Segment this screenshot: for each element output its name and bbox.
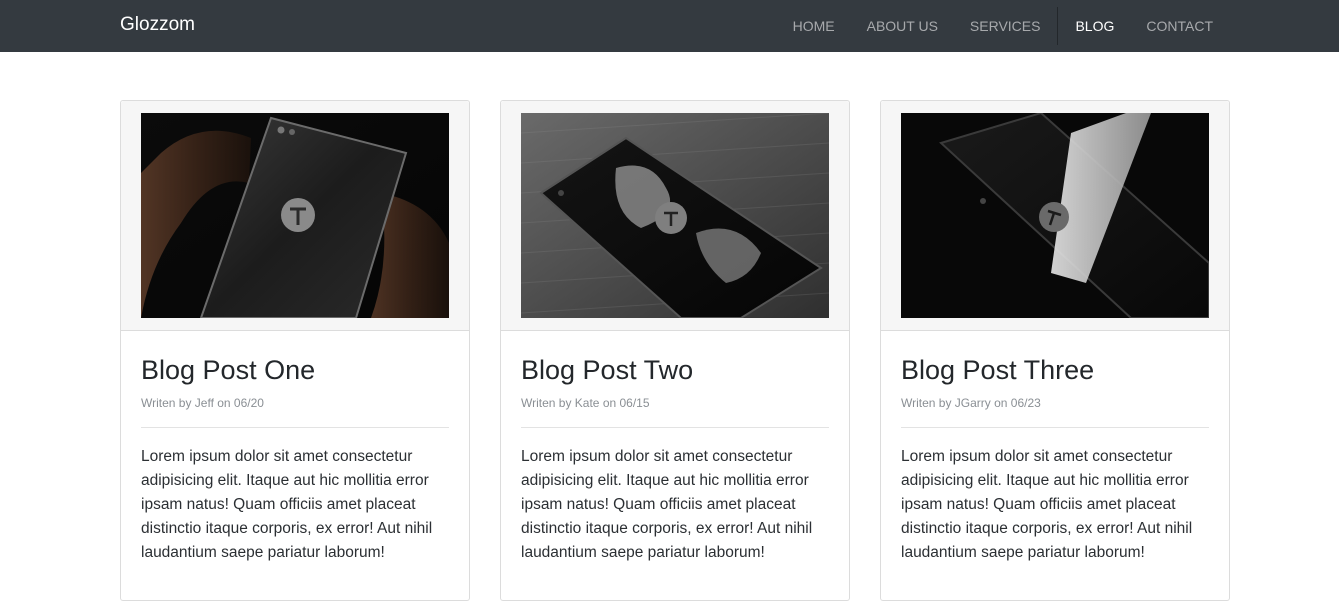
post-excerpt: Lorem ipsum dolor sit amet consectetur a… — [901, 448, 1193, 561]
blog-cards: Blog Post One Writen by Jeff on 06/20 Lo… — [120, 100, 1230, 601]
brand-logo[interactable]: Glozzom — [120, 13, 195, 37]
nav-item-contact[interactable]: CONTACT — [1130, 0, 1229, 52]
phone-photo — [901, 113, 1209, 318]
divider — [901, 427, 1209, 428]
phone-photo — [141, 113, 449, 318]
nav-divider — [1057, 7, 1059, 45]
post-meta: Writen by JGarry on 06/23 — [901, 396, 1041, 410]
post-meta: Writen by Jeff on 06/20 — [141, 396, 264, 410]
nav-item-about-us[interactable]: ABOUT US — [851, 0, 954, 52]
blog-card: Blog Post Two Writen by Kate on 06/15 Lo… — [500, 100, 850, 601]
card-body: Blog Post One Writen by Jeff on 06/20 Lo… — [121, 331, 469, 565]
post-excerpt: Lorem ipsum dolor sit amet consectetur a… — [141, 448, 433, 561]
nav-item-home[interactable]: HOME — [777, 0, 851, 52]
post-title[interactable]: Blog Post One — [141, 353, 449, 387]
post-title[interactable]: Blog Post Two — [521, 353, 829, 387]
blog-card: Blog Post Three Writen by JGarry on 06/2… — [880, 100, 1230, 601]
divider — [521, 427, 829, 428]
top-navbar: Glozzom HOME ABOUT US SERVICES BLOG CONT… — [0, 0, 1339, 52]
divider — [141, 427, 449, 428]
nav-item-services[interactable]: SERVICES — [954, 0, 1057, 52]
nav-menu: HOME ABOUT US SERVICES BLOG CONTACT — [777, 0, 1229, 52]
phone-photo — [521, 113, 829, 318]
card-body: Blog Post Three Writen by JGarry on 06/2… — [881, 331, 1229, 565]
blog-card: Blog Post One Writen by Jeff on 06/20 Lo… — [120, 100, 470, 601]
card-image-area — [501, 101, 849, 331]
post-meta: Writen by Kate on 06/15 — [521, 396, 650, 410]
card-image-area — [121, 101, 469, 331]
card-image-area — [881, 101, 1229, 331]
nav-item-blog[interactable]: BLOG — [1059, 0, 1130, 52]
card-body: Blog Post Two Writen by Kate on 06/15 Lo… — [501, 331, 849, 565]
post-excerpt: Lorem ipsum dolor sit amet consectetur a… — [521, 448, 813, 561]
post-title[interactable]: Blog Post Three — [901, 353, 1209, 387]
